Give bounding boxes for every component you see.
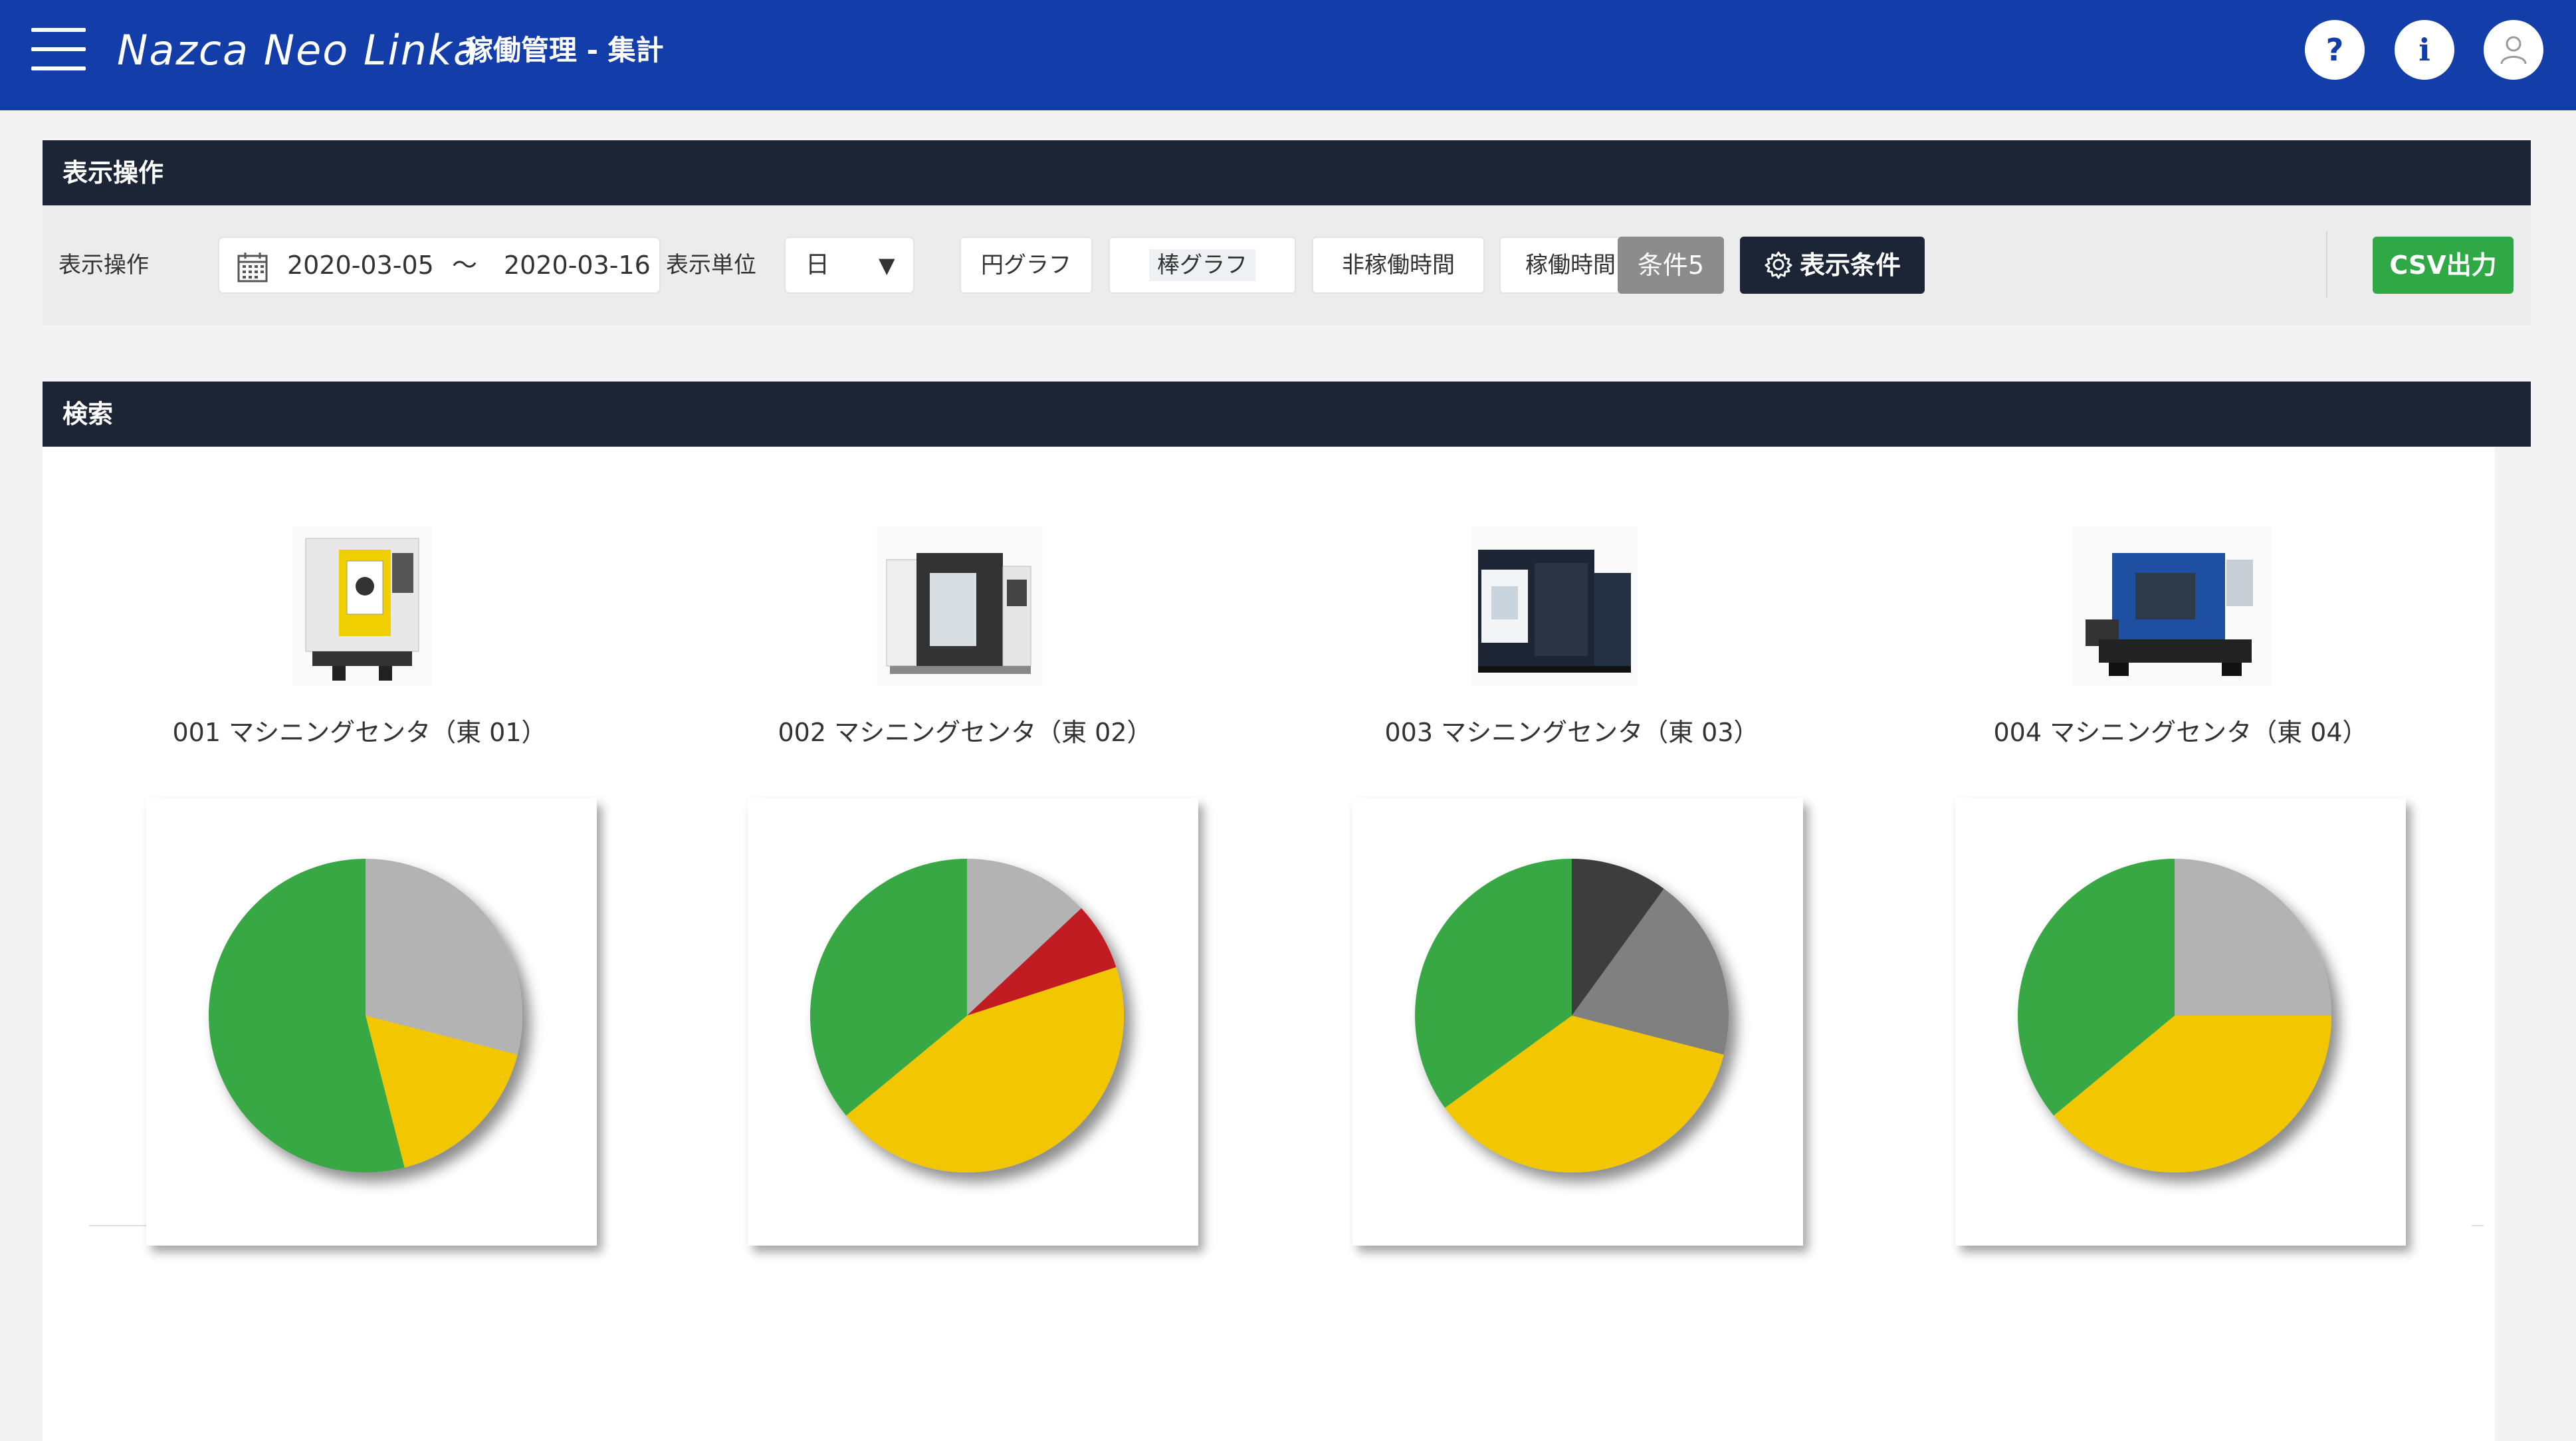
unit-select[interactable]: 日 ▼ (784, 237, 914, 294)
machine-image-002[interactable] (877, 526, 1043, 686)
machine-overview: 001 マシニングセンタ（東 01） 002 マシニングセンタ（東 02） 00… (43, 447, 2495, 1441)
display-conditions-button[interactable]: 表示条件 (1740, 237, 1925, 294)
menu-icon[interactable] (31, 28, 86, 70)
pie-chart-card-004[interactable] (1955, 798, 2406, 1246)
help-icon[interactable]: ? (2305, 20, 2365, 80)
machine-label-003[interactable]: 003 マシニングセンタ（東 03） (1306, 716, 1838, 749)
pie-chart-004[interactable] (1955, 798, 2406, 1246)
pie-chart-003[interactable] (1352, 798, 1803, 1246)
machine-image-001[interactable] (292, 526, 432, 686)
page-title: 稼働管理 - 集計 (465, 34, 664, 66)
pie-chart-button[interactable]: 円グラフ (960, 237, 1093, 294)
machine-label-001[interactable]: 001 マシニングセンタ（東 01） (94, 716, 625, 749)
display-panel-header: 表示操作 (43, 140, 2531, 205)
search-panel-header: 検索 (43, 382, 2531, 447)
chart-axis-line (2472, 1225, 2484, 1226)
pie-chart-001[interactable] (146, 798, 597, 1246)
date-separator: 〜 (452, 251, 478, 280)
display-label: 表示操作 (58, 252, 149, 278)
date-range-field[interactable]: 2020-03-05 〜 2020-03-16 (218, 237, 661, 294)
chevron-down-icon: ▼ (879, 253, 895, 278)
pie-chart-card-001[interactable] (146, 798, 597, 1246)
display-conditions-label: 表示条件 (1799, 251, 1901, 280)
app-header: Nazca Neo Linka 稼働管理 - 集計 ? i (0, 0, 2576, 110)
brand-logo: Nazca Neo Linka (117, 26, 480, 74)
machine-image-004[interactable] (2072, 526, 2272, 686)
display-toolbar: 表示操作 2020-03-05 〜 2020-03-16 表示単位 日 ▼ 円グ… (43, 205, 2531, 325)
calendar-icon (237, 253, 268, 282)
machine-image-003[interactable] (1471, 526, 1638, 686)
date-to[interactable]: 2020-03-16 (504, 238, 651, 292)
pie-slice[interactable] (2175, 859, 2331, 1016)
bar-chart-button[interactable]: 棒グラフ (1109, 237, 1296, 294)
machine-label-004[interactable]: 004 マシニングセンタ（東 04） (1915, 716, 2446, 749)
pie-chart-card-003[interactable] (1352, 798, 1803, 1246)
non-operating-time-button[interactable]: 非稼働時間 (1312, 237, 1485, 294)
unit-value: 日 (805, 251, 830, 278)
bar-chart-label: 棒グラフ (1149, 249, 1255, 281)
date-from[interactable]: 2020-03-05 (287, 238, 434, 292)
csv-export-button[interactable]: CSV出力 (2373, 237, 2514, 294)
unit-label: 表示単位 (666, 252, 756, 278)
user-icon[interactable] (2484, 20, 2543, 80)
gear-icon (1765, 251, 1792, 279)
info-icon[interactable]: i (2395, 20, 2454, 80)
machine-label-002[interactable]: 002 マシニングセンタ（東 02） (699, 716, 1231, 749)
pie-chart-002[interactable] (748, 798, 1198, 1246)
chart-axis-line (89, 1225, 149, 1226)
toolbar-divider (2326, 232, 2327, 298)
condition-count-button[interactable]: 条件5 (1618, 237, 1724, 294)
pie-chart-card-002[interactable] (748, 798, 1198, 1246)
